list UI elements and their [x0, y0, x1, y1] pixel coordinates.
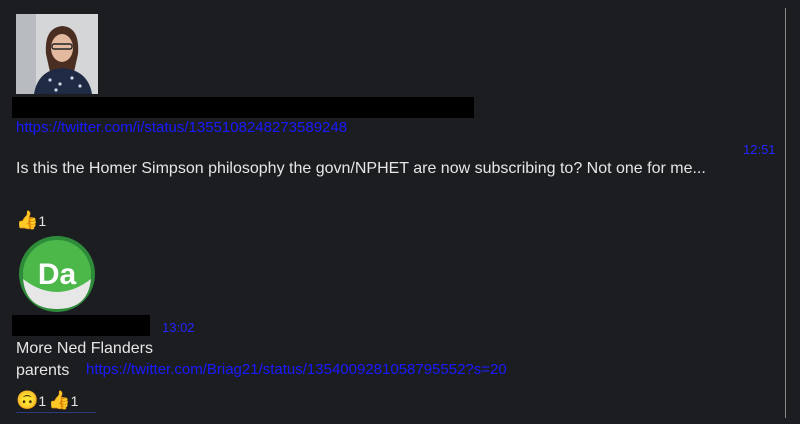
redacted-sender-name: [12, 315, 150, 336]
reaction-count: 1: [38, 393, 47, 409]
redacted-sender-name: [12, 97, 474, 118]
person-photo-icon: [16, 14, 98, 94]
message-time: 12:51: [743, 142, 776, 157]
reactions-underline: [16, 412, 96, 413]
upside-down-face-icon: 🙃: [16, 390, 39, 410]
message-time: 13:02: [162, 320, 195, 335]
tweet-link[interactable]: https://twitter.com/Briag21/status/13540…: [86, 361, 507, 378]
avatar-photo[interactable]: [16, 14, 98, 94]
message-text: Is this the Homer Simpson philosophy the…: [16, 160, 706, 177]
reaction-count: 1: [38, 213, 47, 229]
scrollbar-track[interactable]: [785, 8, 786, 418]
avatar-logo[interactable]: Da: [18, 235, 96, 313]
chat-screen: { "message1": { "link": "https://twitter…: [0, 0, 800, 424]
svg-text:Da: Da: [38, 258, 77, 291]
thumbs-up-icon: 👍: [16, 210, 39, 230]
reaction-count: 1: [70, 393, 79, 409]
tweet-link[interactable]: https://twitter.com/i/status/13551082482…: [16, 119, 347, 136]
reactions-bar[interactable]: 👍 1: [16, 205, 46, 229]
thumbs-up-icon: 👍: [48, 390, 71, 410]
da-logo-icon: Da: [19, 236, 95, 312]
reactions-bar[interactable]: 🙃 1 👍 1: [16, 385, 78, 409]
